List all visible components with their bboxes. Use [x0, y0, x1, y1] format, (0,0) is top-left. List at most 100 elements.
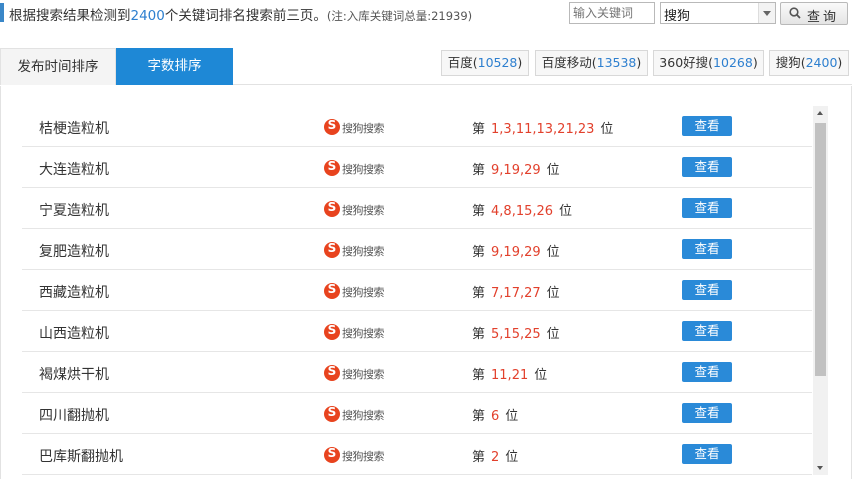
scroll-thumb[interactable]	[815, 123, 826, 376]
tab-publish-time[interactable]: 发布时间排序	[0, 48, 116, 85]
rank-suffix: 位	[559, 204, 573, 219]
rank-prefix: 第	[472, 450, 486, 465]
sogou-icon	[324, 118, 340, 135]
sogou-icon	[324, 241, 340, 258]
engine-tab-baidu-mobile[interactable]: 百度移动(13538)	[535, 50, 648, 76]
sogou-brand-text: 搜狗搜索	[342, 368, 385, 381]
view-button[interactable]: 查看	[682, 280, 732, 300]
rank-prefix: 第	[472, 327, 486, 342]
tab-word-count[interactable]: 字数排序	[116, 48, 233, 85]
tabs-row: 发布时间排序 字数排序 百度(10528) 百度移动(13538) 360好搜(…	[0, 48, 852, 85]
keyword-text: 四川翻抛机	[39, 408, 109, 424]
sogou-brand-text: 搜狗搜索	[342, 450, 385, 463]
query-button[interactable]: 查询	[780, 2, 848, 25]
scroll-up-arrow-icon[interactable]	[813, 106, 828, 121]
table-row: 桔梗造粒机 搜狗搜索 第 1,3,11,13,21,23 位 查看	[22, 106, 812, 147]
chevron-down-icon[interactable]	[758, 3, 775, 23]
table-row: 宁夏造粒机 搜狗搜索 第 4,8,15,26 位 查看	[22, 188, 812, 229]
query-button-label: 查询	[807, 10, 840, 25]
sogou-brand-text: 搜狗搜索	[342, 409, 385, 422]
engine-select[interactable]: 搜狗	[660, 2, 776, 24]
view-button[interactable]: 查看	[682, 157, 732, 177]
rank-positions: 2	[491, 450, 500, 465]
rank-text: 第2位	[472, 446, 518, 465]
sogou-icon	[324, 323, 340, 340]
rank-prefix: 第	[472, 368, 486, 383]
summary-suffix: 个关键词排名搜索前三页。	[164, 8, 327, 24]
keyword-text: 复肥造粒机	[39, 244, 109, 260]
keyword-text: 桔梗造粒机	[39, 121, 109, 137]
results-panel: 桔梗造粒机搜狗搜索第1,3,11,13,21,23位查看大连造粒机搜狗搜索第9,…	[0, 86, 852, 479]
rank-positions: 6	[491, 409, 500, 424]
rank-suffix: 位	[546, 163, 560, 178]
sogou-icon	[324, 159, 340, 176]
rank-text: 第 9,19,29 位	[472, 241, 560, 260]
engine-tab-name: 搜狗	[775, 55, 801, 70]
view-button[interactable]: 查看	[682, 198, 732, 218]
sogou-icon	[324, 446, 340, 463]
summary-text: 根据搜索结果检测到2400个关键词排名搜索前三页。(注:入库关键词总量:2193…	[9, 4, 472, 24]
rank-prefix: 第	[472, 163, 486, 178]
view-button[interactable]: 查看	[682, 321, 732, 341]
sogou-icon	[324, 282, 340, 299]
rank-suffix: 位	[600, 122, 614, 137]
table-row: 大连造粒机 搜狗搜索 第 9,19,29 位 查看	[22, 147, 812, 188]
scrollbar[interactable]	[813, 106, 828, 475]
keyword-text: 山西造粒机	[39, 326, 109, 342]
view-button[interactable]: 查看	[682, 239, 732, 259]
engine-tab-baidu[interactable]: 百度(10528)	[441, 50, 529, 76]
rank-text: 第 11,21 位	[472, 364, 547, 383]
rank-prefix: 第	[472, 245, 486, 260]
table-row: 山西造粒机 搜狗搜索 第 5,15,25 位 查看	[22, 311, 812, 352]
keyword-input[interactable]	[569, 2, 655, 24]
keyword-text: 褐煤烘干机	[39, 367, 109, 383]
rank-text: 第6位	[472, 405, 518, 424]
summary-prefix: 根据搜索结果检测到	[9, 8, 131, 24]
rank-suffix: 位	[546, 245, 560, 260]
engine-tab-count: 10528	[477, 55, 518, 70]
rank-suffix: 位	[546, 327, 560, 342]
keyword-text: 大连造粒机	[39, 162, 109, 178]
sogou-brand-text: 搜狗搜索	[342, 163, 385, 176]
keyword-text: 西藏造粒机	[39, 285, 109, 301]
top-bar: 根据搜索结果检测到2400个关键词排名搜索前三页。(注:入库关键词总量:2193…	[0, 0, 852, 28]
engine-tab-name: 百度移动	[541, 55, 592, 70]
rank-text: 第 7,17,27 位	[472, 282, 560, 301]
engine-tab-count: 13538	[596, 55, 637, 70]
engine-tab-count: 10268	[713, 55, 753, 70]
view-button[interactable]: 查看	[682, 362, 732, 382]
rank-positions: 5,15,25	[491, 327, 541, 342]
sogou-brand-text: 搜狗搜索	[342, 286, 385, 299]
table-row: 褐煤烘干机 搜狗搜索 第 11,21 位 查看	[22, 352, 812, 393]
engine-tab-count: 2400	[805, 55, 838, 70]
accent-bar	[0, 3, 4, 22]
table-row: 西藏造粒机 搜狗搜索 第 7,17,27 位 查看	[22, 270, 812, 311]
rank-positions: 11,21	[491, 368, 529, 383]
rank-prefix: 第	[472, 286, 486, 301]
rank-suffix: 位	[505, 450, 519, 465]
rank-text: 第 4,8,15,26 位	[472, 200, 572, 219]
rank-prefix: 第	[472, 122, 486, 137]
table-row: 复肥造粒机 搜狗搜索 第 9,19,29 位 查看	[22, 229, 812, 270]
view-button[interactable]: 查看	[682, 116, 732, 136]
rank-suffix: 位	[505, 409, 519, 424]
engine-tab-sogou[interactable]: 搜狗(2400)	[769, 50, 849, 76]
sogou-brand-text: 搜狗搜索	[342, 122, 385, 135]
table-row: 四川翻抛机 搜狗搜索 第6位 查看	[22, 393, 812, 434]
rank-text: 第 9,19,29 位	[472, 159, 560, 178]
rank-positions: 9,19,29	[491, 163, 541, 178]
view-button[interactable]: 查看	[682, 444, 732, 464]
rank-positions: 7,17,27	[491, 286, 541, 301]
engine-tab-360[interactable]: 360好搜(10268)	[653, 50, 764, 76]
engine-tab-name: 360好搜	[659, 55, 709, 70]
view-button[interactable]: 查看	[682, 403, 732, 423]
rank-positions: 1,3,11,13,21,23	[491, 122, 595, 137]
keyword-text: 宁夏造粒机	[39, 203, 109, 219]
search-icon	[789, 7, 801, 19]
engine-select-value: 搜狗	[664, 9, 691, 24]
sogou-brand-text: 搜狗搜索	[342, 204, 385, 217]
rank-suffix: 位	[546, 286, 560, 301]
scroll-down-arrow-icon[interactable]	[813, 460, 828, 475]
sogou-icon	[324, 364, 340, 381]
engine-tab-name: 百度	[447, 55, 473, 70]
